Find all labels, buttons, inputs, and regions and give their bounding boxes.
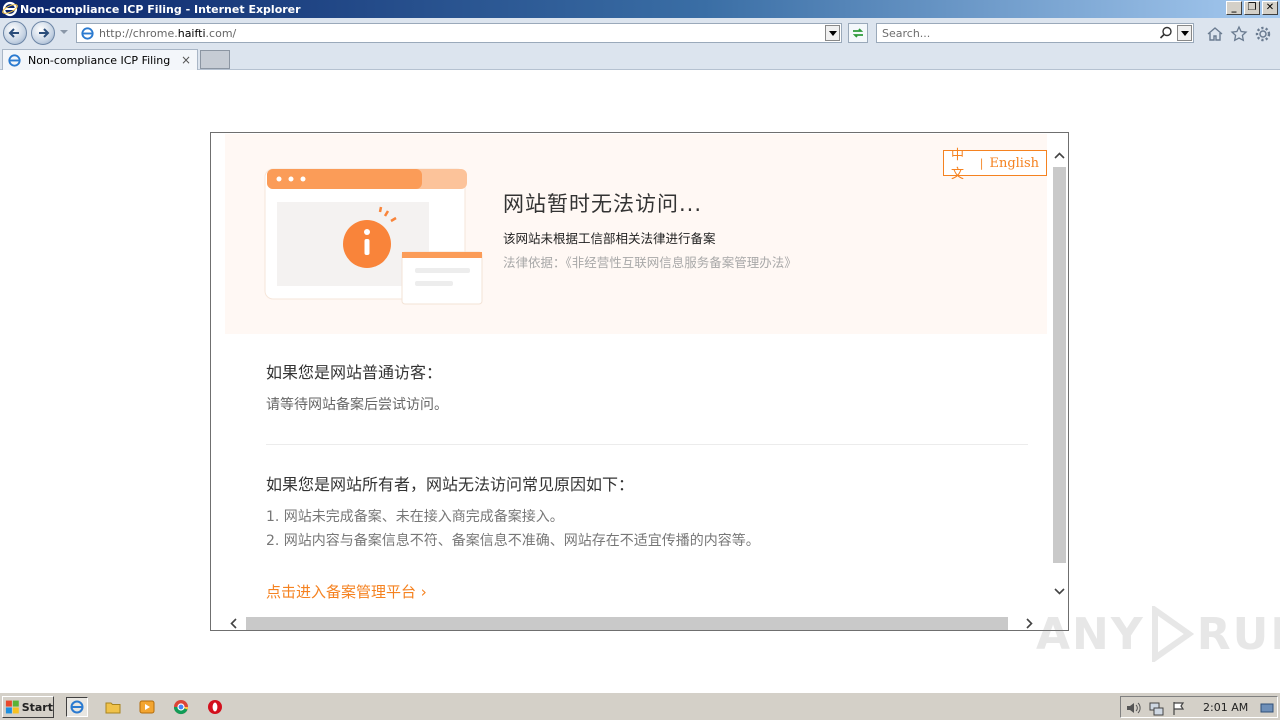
language-switcher: 中文 | English	[943, 148, 1047, 182]
horizontal-scroll-thumb[interactable]	[246, 617, 1008, 630]
home-icon[interactable]	[1206, 25, 1224, 43]
visitor-section-title: 如果您是网站普通访客：	[266, 363, 443, 382]
hero-banner: 中文 | English 网站暂时无法访问... 该网站未根据工信部相关法律进行…	[225, 134, 1047, 334]
search-dropdown-button[interactable]	[1177, 25, 1192, 41]
minimize-button[interactable]: _	[1226, 1, 1242, 15]
address-bar[interactable]: http://chrome.haifti.com/	[76, 23, 842, 43]
history-dropdown-icon[interactable]	[60, 30, 68, 34]
action-center-flag-icon[interactable]	[1171, 700, 1187, 716]
chevron-down-icon	[1180, 30, 1189, 36]
owner-section-title: 如果您是网站所有者，网站无法访问常见原因如下：	[266, 475, 635, 494]
taskbar: Start 2:01 AM	[0, 692, 1280, 720]
start-label: Start	[21, 700, 53, 714]
page-frame: 中文 | English 网站暂时无法访问... 该网站未根据工信部相关法律进行…	[210, 132, 1069, 631]
vertical-scroll-thumb[interactable]	[1053, 167, 1066, 563]
section-divider	[266, 444, 1028, 445]
lang-zh-link[interactable]: 中文	[951, 144, 974, 182]
windows-flag-icon	[5, 700, 19, 714]
taskbar-internet-explorer[interactable]	[66, 697, 88, 717]
media-player-icon	[139, 700, 155, 714]
show-desktop-icon[interactable]	[1259, 700, 1275, 716]
volume-icon[interactable]	[1125, 700, 1141, 716]
taskbar-media-player[interactable]	[136, 697, 158, 717]
address-url[interactable]: http://chrome.haifti.com/	[99, 27, 236, 40]
list-item: 2. 网站内容与备案信息不符、备案信息不准确、网站存在不适宜传播的内容等。	[266, 533, 760, 549]
taskbar-file-explorer[interactable]	[102, 697, 124, 717]
hero-law-reference: 法律依据：《非经营性互联网信息服务备案管理办法》	[503, 255, 797, 270]
play-logo-icon	[1151, 606, 1194, 662]
address-dropdown-button[interactable]	[825, 25, 840, 41]
title-bar: Non-compliance ICP Filing - Internet Exp…	[0, 0, 1280, 18]
taskbar-chrome[interactable]	[170, 697, 192, 717]
hero-description: 该网站未根据工信部相关法律进行备案	[503, 231, 716, 246]
reason-list: 1. 网站未完成备案、未在接入商完成备案接入。 2. 网站内容与备案信息不符、备…	[266, 505, 760, 553]
system-tray: 2:01 AM	[1120, 696, 1278, 718]
tab-bar: Non-compliance ICP Filing ×	[0, 48, 1280, 70]
refresh-button[interactable]	[848, 23, 868, 43]
gear-icon[interactable]	[1254, 25, 1272, 43]
network-icon[interactable]	[1148, 700, 1164, 716]
clock[interactable]: 2:01 AM	[1203, 701, 1248, 714]
internet-explorer-icon	[2, 1, 18, 17]
scroll-left-icon[interactable]	[225, 615, 242, 630]
window-title: Non-compliance ICP Filing - Internet Exp…	[20, 2, 301, 16]
close-window-button[interactable]: ✕	[1262, 1, 1278, 15]
lang-separator: |	[979, 156, 984, 170]
forward-arrow-icon	[39, 28, 50, 38]
forward-button[interactable]	[31, 21, 55, 45]
tab-label: Non-compliance ICP Filing	[28, 53, 171, 67]
restore-button[interactable]: ❐	[1244, 1, 1260, 15]
anyrun-watermark: ANY RUN	[1036, 606, 1280, 662]
refresh-icon	[852, 28, 864, 38]
search-icon[interactable]	[1159, 26, 1173, 40]
list-item: 1. 网站未完成备案、未在接入商完成备案接入。	[266, 509, 564, 525]
navigation-bar: http://chrome.haifti.com/ Search...	[0, 18, 1280, 48]
ie-page-icon	[81, 27, 94, 40]
taskbar-opera[interactable]	[204, 697, 226, 717]
hero-title: 网站暂时无法访问...	[503, 192, 703, 216]
ie-page-icon	[8, 53, 21, 67]
folder-icon	[105, 702, 121, 714]
favorites-star-icon[interactable]	[1230, 25, 1248, 43]
back-button[interactable]	[3, 21, 27, 45]
new-tab-button[interactable]	[200, 50, 230, 69]
search-box[interactable]: Search...	[876, 23, 1194, 43]
back-arrow-icon	[8, 28, 19, 38]
chevron-down-icon	[828, 30, 837, 36]
search-placeholder: Search...	[882, 27, 931, 40]
scroll-down-icon[interactable]	[1051, 583, 1068, 600]
url-suffix: .com/	[205, 27, 237, 40]
url-prefix: http://chrome.	[99, 27, 178, 40]
opera-icon	[208, 700, 222, 714]
internet-explorer-icon	[70, 700, 84, 714]
watermark-left: ANY	[1036, 608, 1145, 660]
tab-current[interactable]: Non-compliance ICP Filing ×	[2, 49, 198, 70]
warning-illustration	[264, 168, 483, 305]
watermark-right: RUN	[1196, 608, 1280, 660]
horizontal-scrollbar[interactable]	[211, 615, 1051, 630]
filing-platform-link[interactable]: 点击进入备案管理平台 ›	[266, 581, 427, 602]
vertical-scrollbar[interactable]	[1051, 133, 1068, 615]
chrome-icon	[173, 700, 188, 715]
lang-en-link[interactable]: English	[989, 156, 1039, 171]
url-domain: haifti	[177, 27, 206, 40]
tab-close-icon[interactable]: ×	[181, 53, 191, 67]
start-button[interactable]: Start	[2, 696, 54, 718]
scroll-up-icon[interactable]	[1051, 147, 1068, 164]
visitor-section-text: 请等待网站备案后尝试访问。	[266, 397, 448, 413]
